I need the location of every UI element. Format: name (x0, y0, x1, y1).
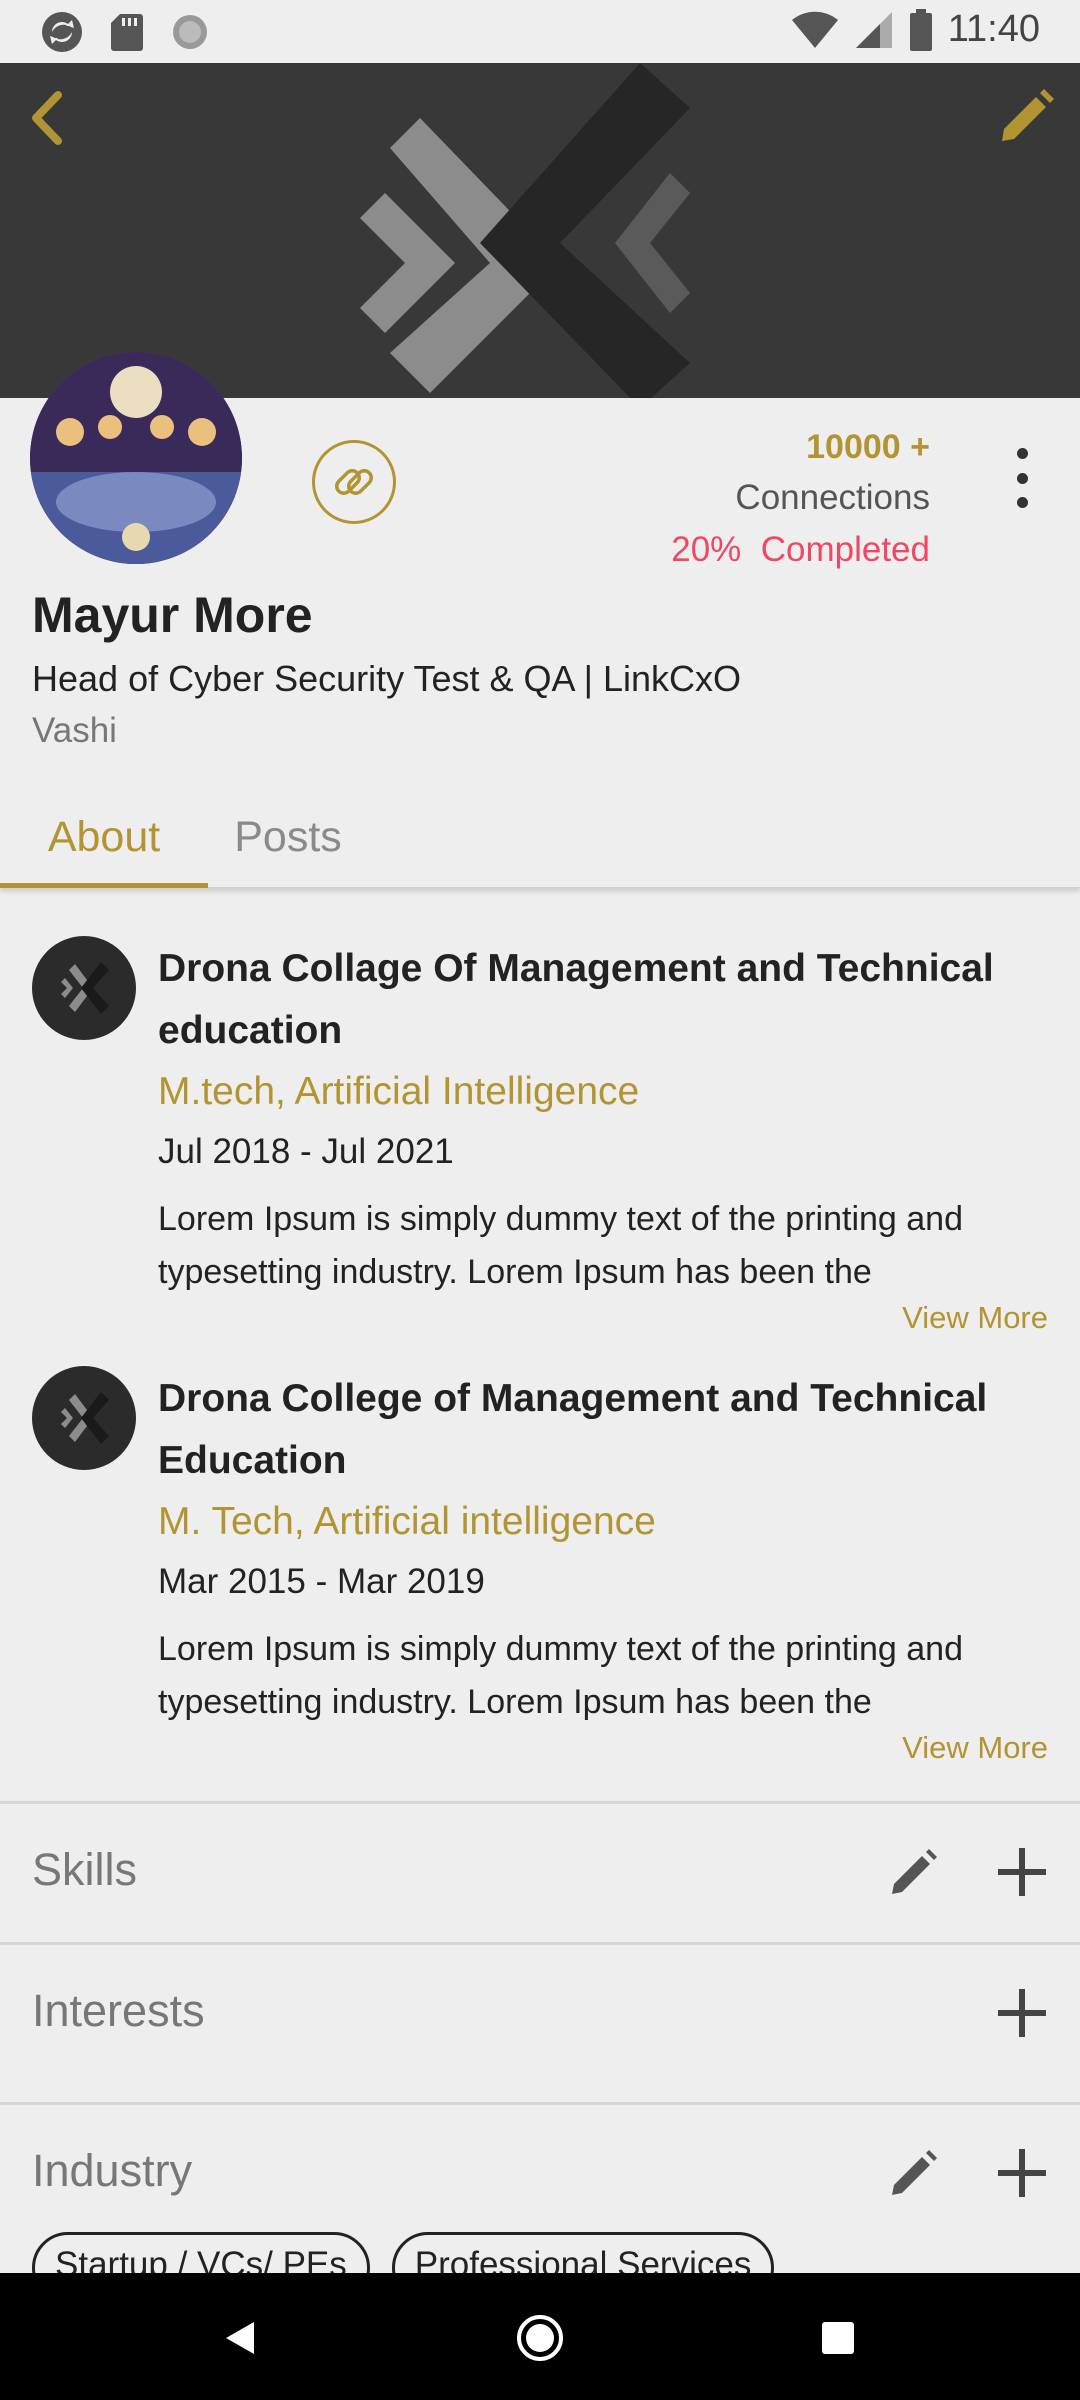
sync-icon (42, 12, 82, 52)
brand-logo-watermark (360, 63, 690, 398)
degree: M. Tech, Artificial intelligence (158, 1500, 656, 1543)
sd-card-icon (111, 14, 143, 51)
nav-recents-icon[interactable] (803, 2303, 873, 2373)
signal-icon (855, 11, 892, 48)
more-options-icon[interactable] (1004, 448, 1040, 508)
link-icon (335, 469, 373, 495)
add-interest-icon[interactable] (994, 1985, 1050, 2041)
connections-count[interactable]: 10000 + (806, 428, 930, 467)
education-item: Drona Collage Of Management and Technica… (0, 900, 1080, 1335)
view-more-link[interactable]: View More (902, 1730, 1048, 1766)
profile-headline: Head of Cyber Security Test & QA | LinkC… (32, 658, 741, 699)
industry-title: Industry (32, 2145, 193, 2196)
nav-back-icon[interactable] (205, 2303, 275, 2373)
education-list: Drona Collage Of Management and Technica… (0, 900, 1080, 1765)
education-description: Lorem Ipsum is simply dummy text of the … (158, 1630, 963, 1721)
industry-chip[interactable]: Professional Services (391, 2232, 775, 2274)
wifi-icon (791, 11, 838, 48)
avatar-image (30, 352, 242, 564)
education-dates: Jul 2018 - Jul 2021 (158, 1132, 454, 1171)
add-industry-icon[interactable] (994, 2145, 1050, 2201)
cover-banner (0, 63, 1080, 398)
add-skill-icon[interactable] (994, 1844, 1050, 1900)
clock: 11:40 (947, 8, 1040, 50)
battery-icon (909, 8, 932, 51)
nav-home-icon[interactable] (505, 2303, 575, 2373)
industry-section: Industry (0, 2105, 1080, 2243)
profile-name: Mayur More (32, 587, 313, 643)
edit-skills-icon[interactable] (886, 1846, 940, 1900)
loading-icon (173, 15, 207, 49)
profile-header: 10000 + Connections 20% Completed Mayur … (0, 352, 1080, 888)
status-bar: 11:40 (0, 0, 1080, 63)
interests-section: Interests (0, 1945, 1080, 2100)
interests-title: Interests (32, 1985, 205, 2036)
profile-completion: 20% Completed (671, 530, 930, 569)
system-nav-bar (0, 2273, 1080, 2400)
profile-location: Vashi (32, 711, 117, 750)
skills-section: Skills (0, 1804, 1080, 1942)
edit-industry-icon[interactable] (886, 2147, 940, 2201)
school-logo-icon (32, 936, 136, 1040)
education-description: Lorem Ipsum is simply dummy text of the … (158, 1200, 963, 1291)
tab-about[interactable]: About (0, 786, 208, 888)
skills-title: Skills (32, 1844, 138, 1895)
edit-cover-icon[interactable] (990, 83, 1060, 153)
connections-label[interactable]: Connections (735, 478, 930, 518)
industry-chip[interactable]: Startup / VCs/ PEs (32, 2232, 370, 2274)
degree: M.tech, Artificial Intelligence (158, 1070, 640, 1113)
education-dates: Mar 2015 - Mar 2019 (158, 1562, 485, 1601)
profile-tabs: About Posts (0, 786, 1080, 888)
back-icon[interactable] (18, 83, 78, 153)
industry-chips: Startup / VCs/ PEs Professional Services (32, 2232, 775, 2274)
school-logo-icon (32, 1366, 136, 1470)
share-link-button[interactable] (312, 440, 396, 524)
education-item: Drona College of Management and Technica… (0, 1330, 1080, 1765)
school-name: Drona College of Management and Technica… (158, 1377, 988, 1482)
avatar[interactable] (30, 352, 242, 564)
tab-posts[interactable]: Posts (208, 786, 368, 888)
school-name: Drona Collage Of Management and Technica… (158, 947, 994, 1052)
